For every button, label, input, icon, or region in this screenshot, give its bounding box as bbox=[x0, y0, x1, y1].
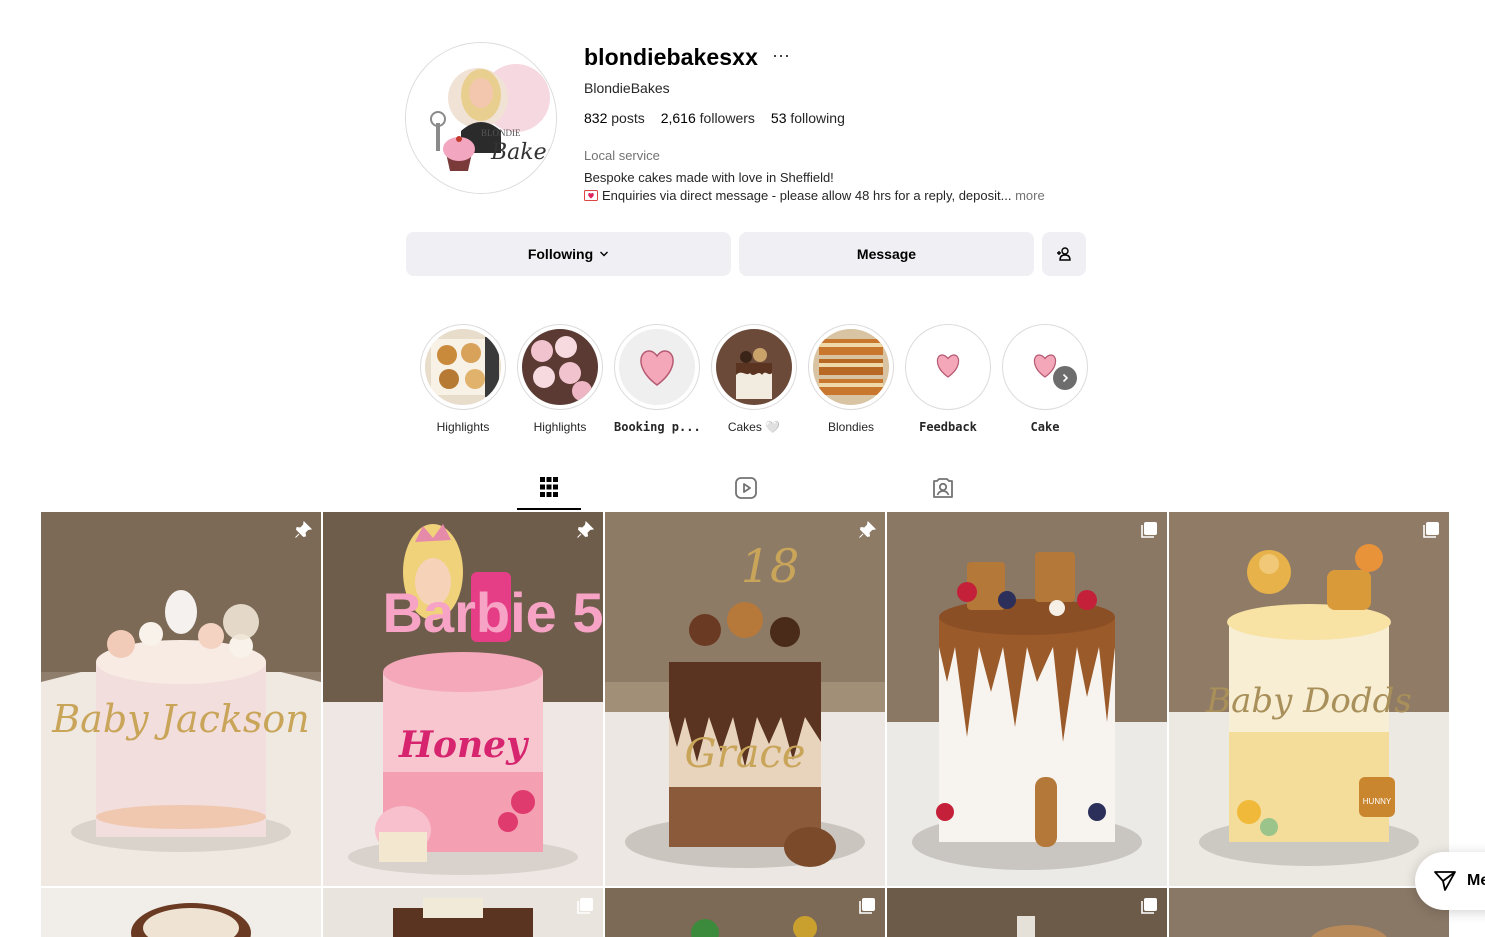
profile-username: blondiebakesxx bbox=[584, 44, 758, 70]
pin-icon bbox=[295, 521, 312, 538]
cake-topper-extra: 18 bbox=[741, 539, 800, 593]
svg-text:BLONDIE: BLONDIE bbox=[481, 128, 521, 138]
blondie-bakes-logo-icon: BLONDIE Bakes bbox=[406, 43, 556, 193]
cake-topper-text: Baby Jackson bbox=[51, 697, 310, 741]
highlight-item[interactable]: Cakes 🤍 bbox=[711, 324, 797, 434]
pin-icon bbox=[577, 521, 594, 538]
carousel-icon bbox=[577, 898, 593, 914]
cupcakes-box-icon bbox=[425, 329, 501, 405]
post-tile[interactable]: Baby Dodds HUNNY bbox=[1169, 512, 1449, 886]
profile-avatar[interactable]: BLONDIE Bakes bbox=[405, 42, 557, 194]
carousel-icon bbox=[1141, 522, 1157, 538]
cake-photo bbox=[323, 888, 603, 937]
post-tile[interactable] bbox=[1169, 888, 1449, 937]
messages-button[interactable]: Me bbox=[1415, 852, 1485, 910]
cake-photo-baby-jackson: Baby Jackson bbox=[41, 512, 321, 886]
chevron-down-icon bbox=[600, 251, 609, 257]
cake-photo-grace: 18 Grace bbox=[605, 512, 885, 886]
post-tile[interactable]: Barbie 5 Honey bbox=[323, 512, 603, 886]
cake-topper-text: Honey bbox=[398, 724, 529, 766]
options-icon[interactable]: ··· bbox=[772, 46, 790, 64]
messages-label: Me bbox=[1467, 872, 1485, 889]
post-tile[interactable]: Baby Jackson bbox=[41, 512, 321, 886]
tagged-icon bbox=[933, 478, 953, 498]
cake-photo-honey: Barbie 5 Honey bbox=[323, 512, 603, 886]
svg-text:Bakes: Bakes bbox=[490, 140, 556, 165]
grid-icon bbox=[540, 477, 558, 497]
heart-icon bbox=[619, 329, 695, 405]
highlight-item[interactable]: Feedback bbox=[905, 324, 991, 434]
carousel-icon bbox=[859, 898, 875, 914]
blondie-slices-icon bbox=[813, 329, 889, 405]
highlight-item[interactable]: Highlights bbox=[420, 324, 506, 434]
message-button[interactable]: Message bbox=[739, 232, 1034, 276]
cake-photo bbox=[41, 888, 321, 937]
post-tile[interactable] bbox=[887, 888, 1167, 937]
cake-topper-extra: Barbie 5 bbox=[383, 581, 604, 644]
add-user-icon bbox=[1057, 247, 1071, 261]
bio-line: Enquiries via direct message - please al… bbox=[584, 188, 1045, 203]
post-tile[interactable] bbox=[605, 888, 885, 937]
cake-photo bbox=[1169, 888, 1449, 937]
tab-posts[interactable] bbox=[517, 472, 581, 510]
following-button[interactable]: Following bbox=[406, 232, 731, 276]
highlight-item[interactable]: Booking p... bbox=[614, 324, 701, 434]
highlight-item[interactable]: Blondies bbox=[808, 324, 894, 434]
tab-tagged[interactable] bbox=[911, 472, 975, 510]
send-icon bbox=[1434, 871, 1456, 891]
chevron-right-icon bbox=[1062, 373, 1069, 383]
love-letter-icon bbox=[584, 190, 598, 201]
highlights-next-button[interactable] bbox=[1053, 366, 1077, 390]
post-tile[interactable]: 18 Grace bbox=[605, 512, 885, 886]
honey-pot-label: HUNNY bbox=[1363, 797, 1392, 806]
profile-full-name: BlondieBakes bbox=[584, 80, 670, 96]
bio-line: Bespoke cakes made with love in Sheffiel… bbox=[584, 170, 834, 185]
pink-cupcakes-icon bbox=[522, 329, 598, 405]
followers-link[interactable]: 2,616 followers bbox=[661, 110, 755, 126]
suggested-users-button[interactable] bbox=[1042, 232, 1086, 276]
highlight-item[interactable]: Highlights bbox=[517, 324, 603, 434]
tab-reels[interactable] bbox=[714, 472, 778, 510]
cake-photo bbox=[605, 888, 885, 937]
reels-icon bbox=[735, 477, 757, 499]
carousel-icon bbox=[1423, 522, 1439, 538]
carousel-icon bbox=[1141, 898, 1157, 914]
post-tile[interactable] bbox=[323, 888, 603, 937]
post-tile[interactable] bbox=[41, 888, 321, 937]
profile-category: Local service bbox=[584, 148, 660, 163]
chocolate-cake-icon bbox=[716, 329, 792, 405]
cake-topper-text: Grace bbox=[685, 731, 806, 777]
cake-photo bbox=[887, 888, 1167, 937]
heart-icon bbox=[910, 329, 986, 405]
post-tile[interactable] bbox=[887, 512, 1167, 886]
cake-photo-baby-dodds: Baby Dodds HUNNY bbox=[1169, 512, 1449, 886]
bio-more-link[interactable]: more bbox=[1015, 188, 1045, 203]
cake-photo-biscoff-drip bbox=[887, 512, 1167, 886]
profile-stats: 832 posts 2,616 followers 53 following bbox=[584, 110, 845, 126]
cake-topper-text: Baby Dodds bbox=[1205, 681, 1412, 721]
pin-icon bbox=[859, 521, 876, 538]
following-link[interactable]: 53 following bbox=[771, 110, 845, 126]
posts-count: 832 posts bbox=[584, 110, 645, 126]
